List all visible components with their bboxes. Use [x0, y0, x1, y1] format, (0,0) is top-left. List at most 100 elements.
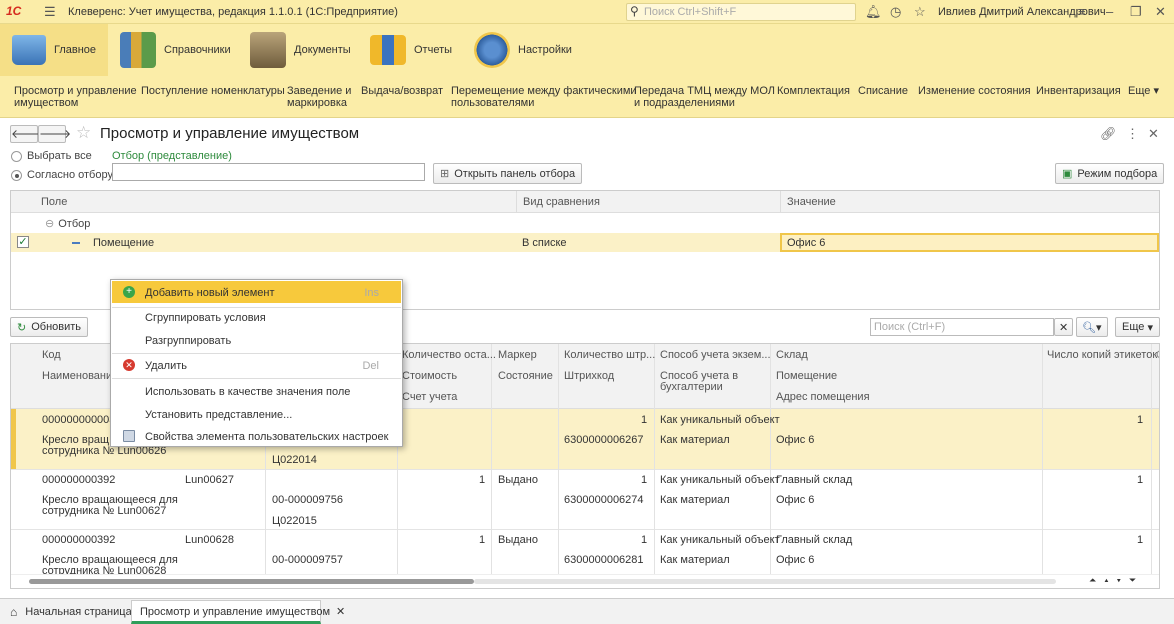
func-more[interactable]: Еще ▾ [1128, 85, 1159, 97]
context-menu[interactable]: + Добавить новый элемент Ins Сгруппироват… [110, 279, 403, 447]
func-transfer-mol[interactable]: Передача ТМЦ между МОЛ и подразделениями [634, 85, 775, 109]
link-icon[interactable]: 🔗︎ [1100, 126, 1117, 142]
menu-delete[interactable]: ✕ Удалить Del [112, 354, 401, 376]
row2-marker[interactable]: Выдано [498, 534, 538, 546]
row2-code[interactable]: 000000000392 [42, 534, 115, 546]
col-field[interactable]: Поле [11, 191, 516, 213]
close-tab-icon[interactable]: ✕ [336, 606, 345, 618]
restore-icon[interactable]: ❐ [1130, 4, 1142, 20]
section-documents[interactable]: Документы [250, 24, 360, 76]
row1-accm[interactable]: Как материал [660, 494, 730, 506]
row1-labels[interactable]: 1 [1137, 474, 1143, 486]
row2-qtypcs[interactable]: 1 [641, 534, 647, 546]
close-window-icon[interactable]: ✕ [1155, 4, 1166, 20]
menu-icon[interactable]: ☰ [44, 4, 56, 20]
menu-add-element[interactable]: + Добавить новый элемент Ins [112, 281, 401, 303]
more-vertical-icon[interactable]: ⋮ [1126, 126, 1139, 142]
row2-room[interactable]: Офис 6 [776, 554, 814, 566]
settings-lines-icon[interactable]: ≡ [1078, 4, 1086, 19]
hdr-barcode[interactable]: Штрихкод [564, 370, 614, 382]
pick-mode-button[interactable]: ▣ Режим подбора [1055, 163, 1165, 184]
refresh-button[interactable]: ↻ Обновить [10, 317, 89, 337]
func-writeoff[interactable]: Списание [858, 85, 908, 97]
hdr-warehouse[interactable]: Склад [776, 349, 808, 361]
func-inventory[interactable]: Инвентаризация [1036, 85, 1121, 97]
section-main[interactable]: Главное [0, 24, 108, 76]
hdr-extra[interactable]: С [1156, 349, 1159, 361]
scroll-nav-icons[interactable]: ⏶▴▾⏷ [1089, 575, 1159, 588]
scrollbar-thumb[interactable] [29, 579, 474, 584]
func-view-manage[interactable]: Просмотр и управление имуществом [14, 85, 137, 109]
row1-warehouse[interactable]: Главный склад [776, 474, 852, 486]
filter-representation-link[interactable]: Отбор (представление) [112, 150, 232, 162]
condition-checkbox[interactable]: ✓ [17, 236, 29, 248]
filter-group-row[interactable]: ⊖ Отбор [45, 217, 90, 230]
condition-field[interactable]: Помещение [93, 237, 154, 249]
row0-accm[interactable]: Как материал [660, 434, 730, 446]
collapse-icon[interactable]: ⊖ [45, 218, 54, 230]
hdr-cost[interactable]: Стоимость [402, 370, 457, 382]
col-value[interactable]: Значение [780, 191, 1159, 213]
row1-cost[interactable]: 00-000009756 [272, 494, 343, 506]
row1-barcode[interactable]: 6300000006274 [564, 494, 644, 506]
row1-code[interactable]: 000000000392 [42, 474, 115, 486]
menu-use-field-as-value[interactable]: Использовать в качестве значения поле [112, 380, 401, 402]
func-move-users[interactable]: Перемещение между фактическими пользовате… [451, 85, 637, 109]
menu-group-conditions[interactable]: Сгруппировать условия [112, 306, 401, 328]
condition-compare[interactable]: В списке [522, 237, 567, 249]
func-receipt[interactable]: Поступление номенклатуры [141, 85, 285, 97]
global-search-input[interactable]: ⚲ Поиск Ctrl+Shift+F [626, 3, 856, 21]
col-compare[interactable]: Вид сравнения [516, 191, 780, 213]
row1-marker[interactable]: Выдано [498, 474, 538, 486]
row1-room[interactable]: Офис 6 [776, 494, 814, 506]
condition-value-cell[interactable]: Офис 6 [780, 233, 1159, 252]
close-form-icon[interactable]: ✕ [1148, 126, 1159, 142]
menu-element-properties[interactable]: Свойства элемента пользовательских настр… [112, 425, 401, 447]
section-reports[interactable]: Отчеты [370, 24, 460, 76]
row2-cost[interactable]: 00-000009757 [272, 554, 343, 566]
menu-set-representation[interactable]: Установить представление... [112, 403, 401, 425]
horizontal-scrollbar[interactable]: ⏶▴▾⏷ [11, 574, 1159, 588]
favorite-star-icon[interactable]: ☆ [76, 123, 91, 143]
tab-home[interactable]: ⌂ Начальная страница [4, 602, 138, 622]
history-icon[interactable]: ◷ [890, 4, 901, 20]
grid-search-input[interactable]: Поиск (Ctrl+F) [870, 318, 1054, 336]
hdr-qty-pcs[interactable]: Количество штр... [564, 349, 655, 361]
star-icon[interactable]: ☆ [914, 4, 926, 20]
row0-labels[interactable]: 1 [1137, 414, 1143, 426]
by-filter-radio[interactable] [11, 170, 22, 181]
row2-accm[interactable]: Как материал [660, 554, 730, 566]
row0-code[interactable]: 000000000003 [42, 414, 115, 426]
func-issue-return[interactable]: Выдача/возврат [361, 85, 443, 97]
row1-inv[interactable]: Lun00627 [185, 474, 234, 486]
row0-copy[interactable]: Как уникальный объект [660, 414, 780, 426]
forward-button[interactable]: 🡒 [38, 125, 71, 143]
row2-inv[interactable]: Lun00628 [185, 534, 234, 546]
hdr-code[interactable]: Код [42, 349, 61, 361]
grid-more-button[interactable]: Еще ▾ [1115, 317, 1160, 337]
menu-ungroup[interactable]: Разгруппировать [112, 329, 401, 351]
hdr-copy-method[interactable]: Способ учета экзем... [660, 349, 771, 361]
hdr-labels[interactable]: Число копий этикеток [1047, 349, 1157, 361]
tab-active-form[interactable]: Просмотр и управление имуществом ✕ [131, 600, 345, 624]
hdr-account[interactable]: Счет учета [402, 391, 457, 403]
row2-barcode[interactable]: 6300000006281 [564, 554, 644, 566]
row2-qty[interactable]: 1 [479, 534, 485, 546]
select-all-radio[interactable] [11, 151, 22, 162]
filter-representation-input[interactable] [112, 163, 425, 181]
row0-barcode[interactable]: 6300000006267 [564, 434, 644, 446]
row2-copy[interactable]: Как уникальный объект [660, 534, 780, 546]
row1-qty[interactable]: 1 [479, 474, 485, 486]
row2-warehouse[interactable]: Главный склад [776, 534, 852, 546]
hdr-acc-method-2[interactable]: бухгалтерии [660, 381, 723, 393]
bell-icon[interactable]: 🔔︎ [865, 4, 882, 20]
func-state-change[interactable]: Изменение состояния [918, 85, 1031, 97]
minimize-icon[interactable]: – [1106, 4, 1113, 19]
hdr-marker[interactable]: Маркер [498, 349, 537, 361]
func-assembly[interactable]: Комплектация [777, 85, 850, 97]
open-filter-panel-button[interactable]: ⊞ Открыть панель отбора [433, 163, 583, 184]
back-button[interactable]: 🡐 [10, 125, 43, 143]
row2-labels[interactable]: 1 [1137, 534, 1143, 546]
hdr-room[interactable]: Помещение [776, 370, 837, 382]
hdr-name[interactable]: Наименование [42, 370, 118, 382]
